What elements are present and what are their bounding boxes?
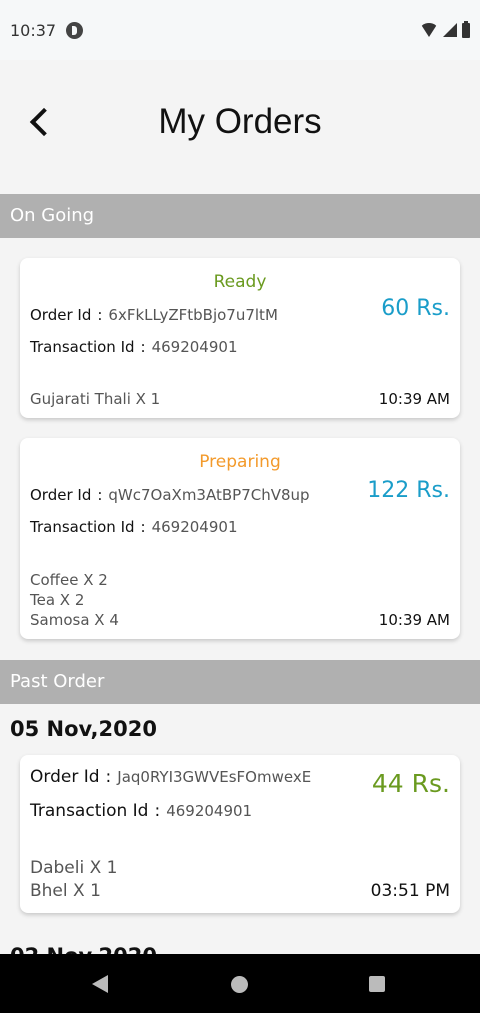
date-heading: 05 Nov,2020 bbox=[10, 717, 157, 741]
notification-app-icon bbox=[66, 22, 83, 39]
order-amount: 44 Rs. bbox=[371, 769, 450, 798]
order-status: Ready bbox=[213, 272, 267, 292]
transaction-id-value: 469204901 bbox=[166, 802, 253, 820]
transaction-id-label: Transaction Id bbox=[30, 338, 135, 356]
nav-home-icon[interactable] bbox=[231, 976, 248, 993]
order-time: 10:39 AM bbox=[378, 390, 450, 408]
order-id-row: Order Id:6xFkLLyZFtbBjo7u7ltM bbox=[30, 306, 278, 324]
order-id-row: Order Id: qWc7OaXm3AtBP7ChV8up bbox=[30, 486, 310, 504]
transaction-id-row: Transaction Id:469204901 bbox=[30, 801, 252, 821]
order-item: Tea X 2 bbox=[30, 591, 85, 609]
order-amount: 122 Rs. bbox=[367, 478, 450, 503]
app-header: My Orders bbox=[0, 60, 480, 194]
separator: : bbox=[105, 767, 112, 787]
transaction-id-value: 469204901 bbox=[151, 338, 238, 356]
separator: : bbox=[97, 486, 103, 504]
order-time: 03:51 PM bbox=[370, 881, 450, 901]
order-card[interactable]: Order Id: Jaq0RYI3GWVEsFOmwexE 44 Rs. Tra… bbox=[20, 755, 460, 913]
section-header-past: Past Order bbox=[0, 660, 480, 704]
status-time: 10:37 bbox=[10, 21, 57, 40]
order-item: Samosa X 4 bbox=[30, 611, 119, 629]
battery-icon bbox=[462, 20, 470, 38]
transaction-id-value: 469204901 bbox=[151, 518, 238, 536]
separator: : bbox=[140, 338, 146, 356]
system-nav-bar bbox=[0, 954, 480, 1013]
order-id-value: qWc7OaXm3AtBP7ChV8up bbox=[108, 486, 310, 504]
order-item: Dabeli X 1 bbox=[30, 858, 118, 878]
order-item: Bhel X 1 bbox=[30, 881, 101, 901]
nav-back-icon[interactable] bbox=[92, 975, 108, 993]
order-card[interactable]: Ready Order Id:6xFkLLyZFtbBjo7u7ltM 60 R… bbox=[20, 258, 460, 418]
order-amount: 60 Rs. bbox=[381, 296, 450, 321]
order-id-value: Jaq0RYI3GWVEsFOmwexE bbox=[117, 768, 312, 786]
order-items: Dabeli X 1 Bhel X 1 bbox=[30, 857, 117, 903]
order-items: Gujarati Thali X 1 bbox=[30, 389, 160, 409]
transaction-id-label: Transaction Id bbox=[30, 801, 149, 821]
separator: : bbox=[154, 801, 161, 821]
order-status: Preparing bbox=[199, 452, 281, 472]
date-heading: 02 Nov,2020 bbox=[10, 944, 157, 954]
order-item: Gujarati Thali X 1 bbox=[30, 390, 161, 408]
order-id-label: Order Id bbox=[30, 486, 92, 504]
separator: : bbox=[140, 518, 146, 536]
order-id-label: Order Id bbox=[30, 767, 100, 787]
order-id-row: Order Id: Jaq0RYI3GWVEsFOmwexE bbox=[30, 767, 311, 787]
status-bar: 10:37 bbox=[0, 0, 480, 60]
order-item: Coffee X 2 bbox=[30, 571, 108, 589]
transaction-id-label: Transaction Id bbox=[30, 518, 135, 536]
order-items: Coffee X 2 Tea X 2 Samosa X 4 bbox=[30, 570, 119, 630]
signal-icon bbox=[443, 23, 457, 37]
transaction-id-row: Transaction Id:469204901 bbox=[30, 338, 238, 356]
order-id-label: Order Id bbox=[30, 306, 92, 324]
order-time: 10:39 AM bbox=[378, 611, 450, 629]
section-header-ongoing: On Going bbox=[0, 194, 480, 238]
order-id-value: 6xFkLLyZFtbBjo7u7ltM bbox=[108, 306, 278, 324]
order-card[interactable]: Preparing Order Id: qWc7OaXm3AtBP7ChV8up … bbox=[20, 438, 460, 639]
nav-recents-icon[interactable] bbox=[369, 976, 385, 992]
transaction-id-row: Transaction Id:469204901 bbox=[30, 518, 238, 536]
page-title: My Orders bbox=[158, 102, 322, 141]
separator: : bbox=[97, 306, 103, 324]
status-icons bbox=[420, 20, 470, 40]
wifi-icon bbox=[420, 23, 438, 37]
